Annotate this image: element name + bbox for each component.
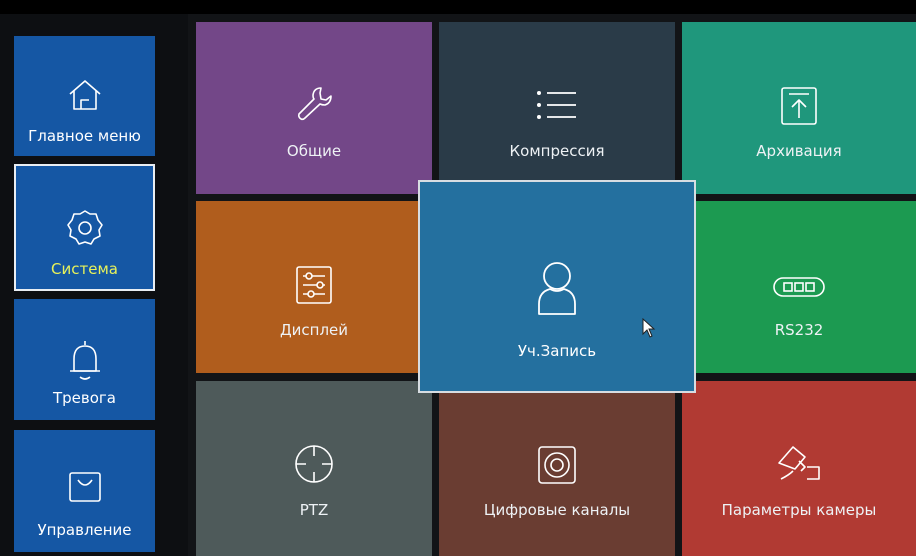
tile-label: Дисплей — [279, 321, 349, 339]
tile-account[interactable]: Уч.Запись — [418, 180, 696, 393]
sliders-icon — [295, 265, 333, 309]
gear-icon — [65, 208, 105, 252]
camera-icon — [775, 443, 823, 487]
serial-port-icon — [773, 277, 825, 301]
sidebar-item-alarm[interactable]: Тревога — [14, 299, 155, 420]
shopping-bag-icon — [67, 470, 103, 508]
tile-label: Архивация — [756, 142, 842, 160]
tile-label: PTZ — [299, 501, 329, 519]
tile-camera-parameters[interactable]: Параметры камеры — [682, 381, 916, 556]
crosshair-icon — [294, 444, 334, 488]
sidebar-item-label: Система — [51, 260, 118, 278]
sidebar-item-label: Управление — [37, 521, 132, 539]
tile-label: RS232 — [774, 321, 824, 339]
tile-label: Общие — [286, 142, 342, 160]
sidebar-item-main-menu[interactable]: Главное меню — [14, 36, 155, 156]
tile-compression[interactable]: Компрессия — [439, 22, 675, 194]
mouse-cursor-icon — [642, 317, 656, 342]
tile-label: Параметры камеры — [721, 501, 877, 519]
tile-display[interactable]: Дисплей — [196, 201, 432, 373]
upload-icon — [780, 86, 818, 130]
user-icon — [534, 260, 580, 320]
tile-label: Компрессия — [509, 142, 605, 160]
sidebar-item-label: Тревога — [52, 389, 116, 407]
list-icon — [536, 89, 578, 125]
tile-archive[interactable]: Архивация — [682, 22, 916, 194]
tile-label: Уч.Запись — [517, 342, 597, 360]
bell-icon — [68, 339, 102, 385]
sidebar-item-management[interactable]: Управление — [14, 430, 155, 552]
tile-label: Цифровые каналы — [483, 501, 631, 519]
sidebar-item-system[interactable]: Система — [14, 164, 155, 291]
tile-rs232[interactable]: RS232 — [682, 201, 916, 373]
sidebar-item-label: Главное меню — [28, 127, 141, 145]
tile-ptz[interactable]: PTZ — [196, 381, 432, 556]
home-icon — [67, 78, 103, 116]
tile-general[interactable]: Общие — [196, 22, 432, 194]
speaker-icon — [537, 445, 577, 489]
wrench-icon — [294, 84, 334, 128]
tile-digital-channels[interactable]: Цифровые каналы — [439, 381, 675, 556]
